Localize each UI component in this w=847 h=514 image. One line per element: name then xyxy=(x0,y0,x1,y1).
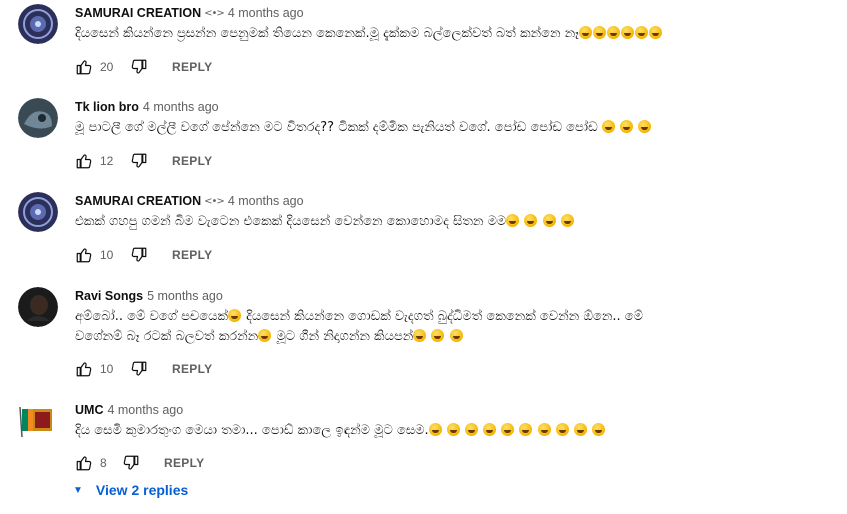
comment-header: SAMURAI CREATION <•> 4 months ago xyxy=(75,4,838,22)
laughing-emoji-icon xyxy=(449,329,463,342)
thumbs-down-icon[interactable] xyxy=(122,454,140,472)
avatar[interactable] xyxy=(18,401,58,441)
thumbs-up-icon[interactable] xyxy=(75,152,93,170)
reply-button[interactable]: REPLY xyxy=(172,362,212,376)
thumbs-down-icon[interactable] xyxy=(130,58,148,76)
emoji-group xyxy=(428,423,606,438)
like-count: 8 xyxy=(100,456,107,470)
laughing-emoji-icon xyxy=(519,423,533,436)
comment-text: එකක් ගහපු ගමන් බිම වැටෙන එකෙක් දියසෙන් ව… xyxy=(75,212,838,232)
comment-time[interactable]: 4 months ago xyxy=(107,403,183,417)
laughing-emoji-icon xyxy=(592,26,606,39)
comment-time[interactable]: 4 months ago xyxy=(143,100,219,114)
author-name[interactable]: SAMURAI CREATION xyxy=(75,194,201,208)
music-badge-icon: <•> xyxy=(204,8,225,19)
comment-actions: 20 REPLY xyxy=(75,57,212,77)
thumbs-down-icon[interactable] xyxy=(130,246,148,264)
laughing-emoji-icon xyxy=(413,329,427,342)
reply-button[interactable]: REPLY xyxy=(172,248,212,262)
laughing-emoji-icon xyxy=(524,214,538,227)
author-name[interactable]: UMC xyxy=(75,403,103,417)
comment-time[interactable]: 5 months ago xyxy=(147,289,223,303)
avatar[interactable] xyxy=(18,98,58,138)
like-count: 10 xyxy=(100,248,114,262)
thumbs-up-icon[interactable] xyxy=(75,360,93,378)
author-name[interactable]: Ravi Songs xyxy=(75,289,143,303)
emoji-group xyxy=(506,214,574,229)
comment-text-content: මූ පාටලී ගේ මල්ලී වගේ පේන්නෙ මට විතරද?? … xyxy=(75,120,598,135)
comment-actions: 8 REPLY xyxy=(75,453,204,473)
thumbs-up-icon[interactable] xyxy=(75,454,93,472)
comment-text-content: වගේනම් බෑ රටක් බලවත් කරන්න xyxy=(75,329,259,344)
comment-header: UMC 4 months ago xyxy=(75,401,838,419)
laughing-emoji-icon xyxy=(228,309,242,322)
laughing-emoji-icon xyxy=(464,423,478,436)
comment-actions: 10 REPLY xyxy=(75,359,212,379)
laughing-emoji-icon xyxy=(560,214,574,227)
emoji-group xyxy=(601,120,652,135)
laughing-emoji-icon xyxy=(634,26,648,39)
comment-text-content: දියසෙන් කියන්නෙ ප්‍රසන්න පෙනුමක් තියෙන ක… xyxy=(75,26,579,41)
comment-header: Ravi Songs 5 months ago xyxy=(75,287,838,305)
laughing-emoji-icon xyxy=(537,423,551,436)
comment-header: Tk lion bro 4 months ago xyxy=(75,98,838,116)
laughing-emoji-icon xyxy=(483,423,497,436)
comment-actions: 10 REPLY xyxy=(75,245,212,265)
laughing-emoji-icon xyxy=(258,329,272,342)
grinning-emoji-icon xyxy=(648,26,662,39)
like-count: 20 xyxy=(100,60,114,74)
reply-button[interactable]: REPLY xyxy=(172,60,212,74)
laughing-emoji-icon xyxy=(446,423,460,436)
laughing-emoji-icon xyxy=(591,423,605,436)
avatar[interactable] xyxy=(18,4,58,44)
comment-header: SAMURAI CREATION <•> 4 months ago xyxy=(75,192,838,210)
comment-text: දියසෙන් කියන්නෙ ප්‍රසන්න පෙනුමක් තියෙන ක… xyxy=(75,24,838,44)
sweat-smile-emoji-icon xyxy=(638,120,652,133)
laughing-emoji-icon xyxy=(620,26,634,39)
laughing-emoji-icon xyxy=(431,329,445,342)
comment-time[interactable]: 4 months ago xyxy=(228,194,304,208)
laughing-emoji-icon xyxy=(619,120,633,133)
author-name[interactable]: SAMURAI CREATION xyxy=(75,6,201,20)
comment-actions: 12 REPLY xyxy=(75,151,212,171)
comment-text-content: මූට ගීන් නිදාගන්න කියපන් xyxy=(272,329,414,344)
view-replies-label: View 2 replies xyxy=(95,482,189,498)
laughing-emoji-icon xyxy=(428,423,442,436)
comment-text-content: දියසෙන් කියන්නෙ ගොඩක් වැදගත් බුද්ධිමත් ක… xyxy=(242,309,643,324)
view-replies-button[interactable]: ▼ View 2 replies xyxy=(73,480,188,500)
comment-text-content: දිය සෙමි කුමාරතුංග මෙයා තමා... පොඩ් කාලෙ… xyxy=(75,423,429,438)
emoji-group xyxy=(578,26,663,41)
reply-button[interactable]: REPLY xyxy=(164,456,204,470)
music-badge-icon: <•> xyxy=(204,196,225,207)
avatar[interactable] xyxy=(18,192,58,232)
author-name[interactable]: Tk lion bro xyxy=(75,100,139,114)
thumbs-up-icon[interactable] xyxy=(75,246,93,264)
like-count: 10 xyxy=(100,362,114,376)
like-count: 12 xyxy=(100,154,114,168)
laughing-emoji-icon xyxy=(542,214,556,227)
sweat-smile-emoji-icon xyxy=(601,120,615,133)
comment-time[interactable]: 4 months ago xyxy=(228,6,304,20)
thumbs-up-icon[interactable] xyxy=(75,58,93,76)
avatar[interactable] xyxy=(18,287,58,327)
thumbs-down-icon[interactable] xyxy=(130,360,148,378)
emoji-group xyxy=(413,329,463,344)
laughing-emoji-icon xyxy=(506,214,520,227)
laughing-emoji-icon xyxy=(501,423,515,436)
comment-text-content: එකක් ගහපු ගමන් බිම වැටෙන එකෙක් දියසෙන් ව… xyxy=(75,214,507,229)
reply-button[interactable]: REPLY xyxy=(172,154,212,168)
laughing-emoji-icon xyxy=(606,26,620,39)
comment-text-content: අම්බෝ.. මේ වගේ පච‍යෙක් xyxy=(75,309,229,324)
thumbs-down-icon[interactable] xyxy=(130,152,148,170)
laughing-emoji-icon xyxy=(555,423,569,436)
comment-text: මූ පාටලී ගේ මල්ලී වගේ පේන්නෙ මට විතරද?? … xyxy=(75,118,838,138)
comment-text: දිය සෙමි කුමාරතුංග මෙයා තමා... පොඩ් කාලෙ… xyxy=(75,421,838,441)
laughing-emoji-icon xyxy=(578,26,592,39)
laughing-emoji-icon xyxy=(573,423,587,436)
chevron-down-icon: ▼ xyxy=(73,484,83,496)
comment-text: අම්බෝ.. මේ වගේ පච‍යෙක් දියසෙන් කියන්නෙ ග… xyxy=(75,307,838,347)
